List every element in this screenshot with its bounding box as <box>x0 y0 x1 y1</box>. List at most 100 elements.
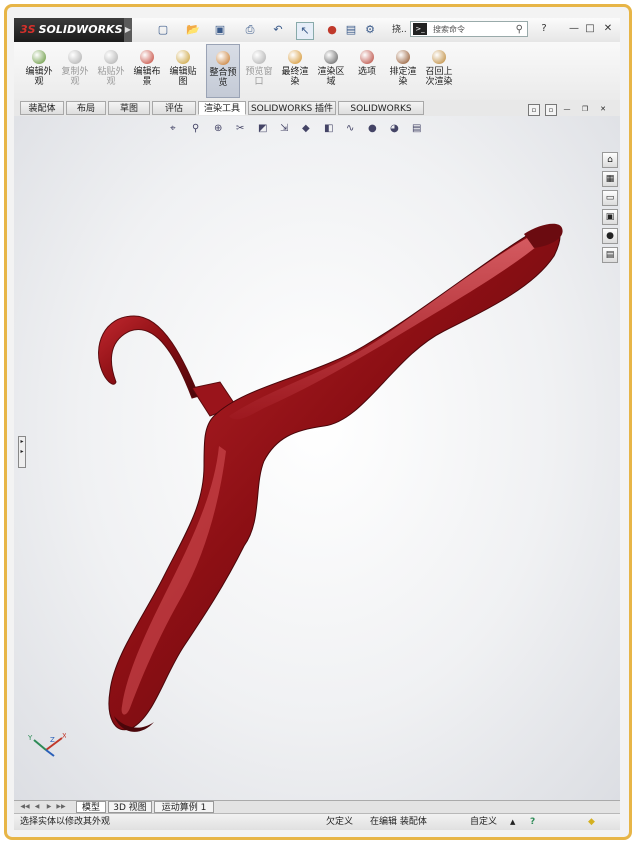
ribbon-button-icon <box>432 50 446 64</box>
ribbon-button-label: 整合预览 <box>209 68 237 88</box>
ribbon-button-icon <box>176 50 190 64</box>
tab-1[interactable]: 布局 <box>66 101 106 115</box>
file-properties-icon[interactable]: ▤ <box>344 22 358 38</box>
hanger-model[interactable] <box>14 116 620 800</box>
ribbon-button-icon <box>360 50 374 64</box>
hanger-hook <box>98 315 200 399</box>
ribbon-button-6[interactable]: 预览窗口 <box>242 44 276 98</box>
first-tab-arrow-icon[interactable]: ◀◀ <box>20 802 30 812</box>
rebuild-icon[interactable]: ● <box>326 22 338 38</box>
units-arrow-icon[interactable]: ▲ <box>510 814 515 830</box>
ribbon-button-11[interactable]: 召回上次渲染 <box>422 44 456 98</box>
appearances-icon[interactable]: ● <box>602 228 618 244</box>
search-placeholder: 搜索命令 <box>433 25 465 34</box>
close-button[interactable]: ✕ <box>602 22 614 36</box>
tab-6[interactable]: SOLIDWORKS MBD <box>338 101 424 128</box>
design-library-icon[interactable]: ▦ <box>602 171 618 187</box>
tab-5[interactable]: SOLIDWORKS 插件 <box>248 101 336 115</box>
select-arrow-icon[interactable]: ↖ <box>296 22 314 40</box>
status-message: 选择实体以修改其外观 <box>20 817 111 827</box>
command-prompt-icon: >_ <box>413 23 427 35</box>
ribbon-button-icon <box>288 50 302 64</box>
ribbon-button-label: 粘贴外观 <box>97 67 125 87</box>
tab-0[interactable]: 装配体 <box>20 101 64 115</box>
restore-button[interactable]: □ <box>584 22 596 36</box>
ribbon-button-10[interactable]: 排定渲染 <box>386 44 420 98</box>
view-palette-icon[interactable]: ▣ <box>602 209 618 225</box>
ribbon-button-4[interactable]: 编辑贴图 <box>166 44 200 98</box>
triad-y-label: Y <box>27 734 33 742</box>
ribbon-button-3[interactable]: 编辑布景 <box>130 44 164 98</box>
ribbon-button-label: 排定渲染 <box>389 67 417 87</box>
undo-icon[interactable]: ↶ <box>268 22 288 38</box>
status-bar: 选择实体以修改其外观 欠定义 在编辑 装配体 自定义 ▲ ? ◆ <box>14 813 620 830</box>
ribbon-button-label: 编辑贴图 <box>169 67 197 87</box>
ribbon-button-0[interactable]: 编辑外观 <box>22 44 56 98</box>
ribbon-button-label: 编辑布景 <box>133 67 161 87</box>
custom-properties-icon[interactable]: ▤ <box>602 247 618 263</box>
title-bar: 3S SOLIDWORKS ▶ ▢ 📂 ▣ ⎙ ↶ ↖ ● ▤ ⚙ 挠.. >_ … <box>14 18 620 43</box>
tab-2[interactable]: 草图 <box>108 101 150 115</box>
ribbon-button-9[interactable]: 选项 <box>350 44 384 98</box>
options-icon[interactable]: ⚙ <box>362 22 378 38</box>
file-explorer-icon[interactable]: ▭ <box>602 190 618 206</box>
tile-left-icon[interactable]: ▫ <box>528 104 540 116</box>
editing-status: 在编辑 装配体 <box>370 817 427 827</box>
search-commands-input[interactable]: >_ 搜索命令 ⚲ <box>410 21 528 37</box>
ribbon-button-label: 复制外观 <box>61 67 89 87</box>
print-icon[interactable]: ⎙ <box>240 22 260 38</box>
ribbon-button-8[interactable]: 渲染区域 <box>314 44 348 98</box>
hanger-body <box>108 224 561 731</box>
feature-manager-flyout-handle[interactable]: ▸ ▸ <box>18 436 26 468</box>
more-commands-label[interactable]: 挠.. <box>392 22 407 38</box>
prev-tab-arrow-icon[interactable]: ◀ <box>32 802 42 812</box>
menu-flyout-arrow-icon[interactable]: ▶ <box>124 18 132 42</box>
new-document-icon[interactable]: ▢ <box>154 22 172 38</box>
ribbon-button-label: 渲染区域 <box>317 67 345 87</box>
triad-x-label: X <box>62 732 66 740</box>
graphics-area[interactable]: ⌖ ⚲ ⊕ ✂ ◩ ⇲ ◆ ◧ ∿ ● ◕ ▤ X Y Z ▸ ▸ ⌂ ▦ ▭ … <box>14 116 620 800</box>
search-icon[interactable]: ⚲ <box>516 22 523 38</box>
ribbon-button-icon <box>140 50 154 64</box>
home-icon[interactable]: ⌂ <box>602 152 618 168</box>
bottom-tab-1[interactable]: 3D 视图 <box>108 801 152 813</box>
ribbon-button-icon <box>216 51 230 65</box>
bottom-tab-0[interactable]: 模型 <box>76 801 106 813</box>
next-tab-arrow-icon[interactable]: ▶ <box>44 802 54 812</box>
solidworks-logo[interactable]: 3S SOLIDWORKS <box>14 18 124 42</box>
doc-close-icon[interactable]: ✕ <box>598 104 608 114</box>
ribbon-button-5[interactable]: 整合预览 <box>206 44 240 98</box>
tag-icon[interactable]: ◆ <box>588 814 595 830</box>
ribbon-button-icon <box>68 50 82 64</box>
ribbon-button-label: 最终渲染 <box>281 67 309 87</box>
ribbon-button-icon <box>32 50 46 64</box>
help-question-icon[interactable]: ? <box>530 814 535 830</box>
minimize-button[interactable]: — <box>568 22 580 36</box>
open-folder-icon[interactable]: 📂 <box>182 22 204 38</box>
definition-status: 欠定义 <box>326 817 354 827</box>
ribbon-button-icon <box>252 50 266 64</box>
doc-restore-icon[interactable]: ❐ <box>580 104 590 114</box>
tab-3[interactable]: 评估 <box>152 101 196 115</box>
bottom-tab-2[interactable]: 运动算例 1 <box>154 801 214 813</box>
tile-right-icon[interactable]: ▫ <box>545 104 557 116</box>
ribbon-button-label: 选项 <box>357 67 376 77</box>
ribbon-button-7[interactable]: 最终渲染 <box>278 44 312 98</box>
save-icon[interactable]: ▣ <box>210 22 230 38</box>
doc-minimize-icon[interactable]: — <box>562 104 572 114</box>
ribbon-button-icon <box>324 50 338 64</box>
ribbon-button-2[interactable]: 粘贴外观 <box>94 44 128 98</box>
ribbon-button-1[interactable]: 复制外观 <box>58 44 92 98</box>
last-tab-arrow-icon[interactable]: ▶▶ <box>56 802 66 812</box>
reference-triad: X Y Z <box>27 732 66 757</box>
ribbon-button-label: 召回上次渲染 <box>425 67 453 87</box>
ribbon-button-label: 编辑外观 <box>25 67 53 87</box>
units-selector[interactable]: 自定义 <box>470 814 497 830</box>
hanger-highlight <box>229 232 545 420</box>
tab-4[interactable]: 渲染工具 <box>198 101 246 115</box>
bottom-tabs-bar: ◀◀ ◀ ▶ ▶▶ 模型 3D 视图 运动算例 1 <box>14 800 620 814</box>
ribbon-button-icon <box>104 50 118 64</box>
ribbon-button-icon <box>396 50 410 64</box>
help-icon[interactable]: ? <box>538 22 550 36</box>
ribbon-button-label: 预览窗口 <box>245 67 273 87</box>
